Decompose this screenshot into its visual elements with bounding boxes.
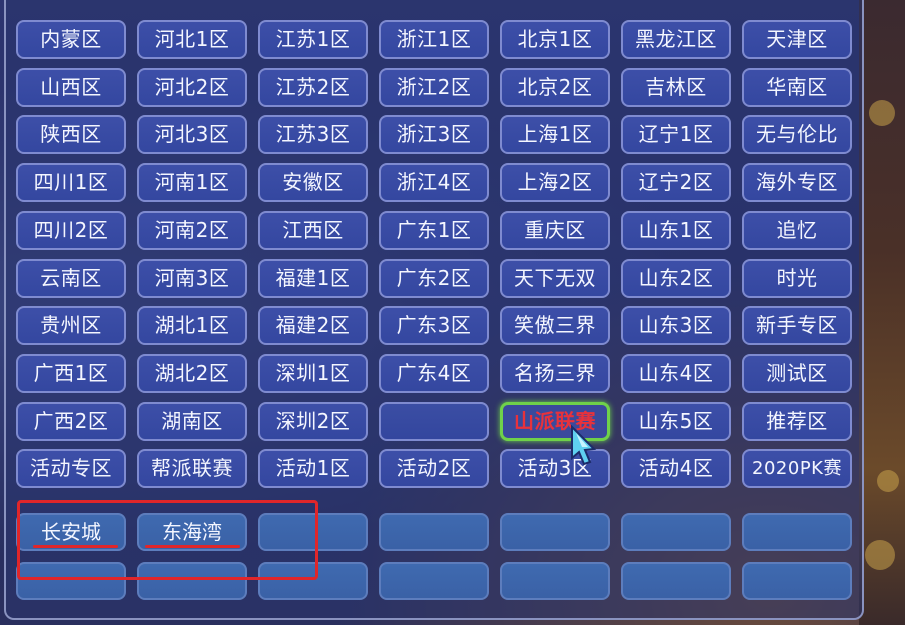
- server-button[interactable]: 时光: [742, 259, 852, 298]
- server-button[interactable]: 江苏2区: [258, 68, 368, 107]
- lower-slot-empty[interactable]: [742, 562, 852, 600]
- server-button[interactable]: 浙江1区: [379, 20, 489, 59]
- server-button[interactable]: 活动1区: [258, 449, 368, 488]
- server-button[interactable]: 江苏1区: [258, 20, 368, 59]
- server-button[interactable]: 湖北2区: [137, 354, 247, 393]
- server-button[interactable]: 辽宁1区: [621, 115, 731, 154]
- server-button[interactable]: 北京2区: [500, 68, 610, 107]
- server-button[interactable]: 湖南区: [137, 402, 247, 441]
- server-button[interactable]: 河南3区: [137, 259, 247, 298]
- server-button[interactable]: 山西区: [16, 68, 126, 107]
- server-button[interactable]: 广东3区: [379, 306, 489, 345]
- server-button[interactable]: 黑龙江区: [621, 20, 731, 59]
- server-button[interactable]: 河北2区: [137, 68, 247, 107]
- server-button[interactable]: 广西1区: [16, 354, 126, 393]
- server-button[interactable]: 广西2区: [16, 402, 126, 441]
- server-button[interactable]: 天津区: [742, 20, 852, 59]
- server-button[interactable]: 笑傲三界: [500, 306, 610, 345]
- lower-slot-empty[interactable]: [500, 562, 610, 600]
- lower-slot-empty[interactable]: [258, 513, 368, 551]
- underline-mark: [145, 545, 240, 548]
- server-button[interactable]: 活动专区: [16, 449, 126, 488]
- server-button[interactable]: 山东2区: [621, 259, 731, 298]
- server-button[interactable]: 河北1区: [137, 20, 247, 59]
- lower-slot-empty[interactable]: [742, 513, 852, 551]
- server-button[interactable]: 河南1区: [137, 163, 247, 202]
- server-button[interactable]: 深圳1区: [258, 354, 368, 393]
- server-button[interactable]: 华南区: [742, 68, 852, 107]
- server-button[interactable]: 安徽区: [258, 163, 368, 202]
- server-button[interactable]: 云南区: [16, 259, 126, 298]
- server-button[interactable]: 广东2区: [379, 259, 489, 298]
- lower-slot-empty[interactable]: [16, 562, 126, 600]
- server-button[interactable]: 浙江3区: [379, 115, 489, 154]
- right-decoration: [859, 0, 905, 625]
- server-button[interactable]: 帮派联赛: [137, 449, 247, 488]
- server-button[interactable]: 深圳2区: [258, 402, 368, 441]
- server-button[interactable]: 广东1区: [379, 211, 489, 250]
- server-button[interactable]: 福建1区: [258, 259, 368, 298]
- underline-mark: [33, 545, 118, 548]
- server-button[interactable]: 上海1区: [500, 115, 610, 154]
- server-button[interactable]: 山东3区: [621, 306, 731, 345]
- server-button[interactable]: 北京1区: [500, 20, 610, 59]
- server-button-empty[interactable]: [379, 402, 489, 441]
- server-button[interactable]: 山东5区: [621, 402, 731, 441]
- server-button[interactable]: 河北3区: [137, 115, 247, 154]
- server-button[interactable]: 四川1区: [16, 163, 126, 202]
- lower-slot-empty[interactable]: [379, 513, 489, 551]
- server-button[interactable]: 测试区: [742, 354, 852, 393]
- server-button[interactable]: 内蒙区: [16, 20, 126, 59]
- server-button[interactable]: 贵州区: [16, 306, 126, 345]
- server-button[interactable]: 追忆: [742, 211, 852, 250]
- server-button[interactable]: 吉林区: [621, 68, 731, 107]
- server-button[interactable]: 四川2区: [16, 211, 126, 250]
- server-button[interactable]: 活动4区: [621, 449, 731, 488]
- server-button[interactable]: 福建2区: [258, 306, 368, 345]
- server-button[interactable]: 江苏3区: [258, 115, 368, 154]
- server-button[interactable]: 湖北1区: [137, 306, 247, 345]
- server-button[interactable]: 江西区: [258, 211, 368, 250]
- server-button[interactable]: 河南2区: [137, 211, 247, 250]
- server-button[interactable]: 重庆区: [500, 211, 610, 250]
- lower-slot-empty[interactable]: [621, 513, 731, 551]
- server-button[interactable]: 浙江2区: [379, 68, 489, 107]
- server-button[interactable]: 名扬三界: [500, 354, 610, 393]
- server-button[interactable]: 新手专区: [742, 306, 852, 345]
- server-button[interactable]: 山东4区: [621, 354, 731, 393]
- lower-slot-empty[interactable]: [379, 562, 489, 600]
- server-button[interactable]: 广东4区: [379, 354, 489, 393]
- server-button[interactable]: 辽宁2区: [621, 163, 731, 202]
- lower-slot-empty[interactable]: [621, 562, 731, 600]
- server-button[interactable]: 上海2区: [500, 163, 610, 202]
- lower-slot-empty[interactable]: [258, 562, 368, 600]
- lower-slot-empty[interactable]: [500, 513, 610, 551]
- server-button[interactable]: 山东1区: [621, 211, 731, 250]
- server-button[interactable]: 活动2区: [379, 449, 489, 488]
- server-button[interactable]: 天下无双: [500, 259, 610, 298]
- server-button[interactable]: 海外专区: [742, 163, 852, 202]
- server-button[interactable]: 陕西区: [16, 115, 126, 154]
- server-button[interactable]: 推荐区: [742, 402, 852, 441]
- lower-slot-empty[interactable]: [137, 562, 247, 600]
- server-button[interactable]: 浙江4区: [379, 163, 489, 202]
- server-button[interactable]: 无与伦比: [742, 115, 852, 154]
- game-pointer-icon: [571, 425, 597, 465]
- server-button[interactable]: 2020PK赛: [742, 449, 852, 488]
